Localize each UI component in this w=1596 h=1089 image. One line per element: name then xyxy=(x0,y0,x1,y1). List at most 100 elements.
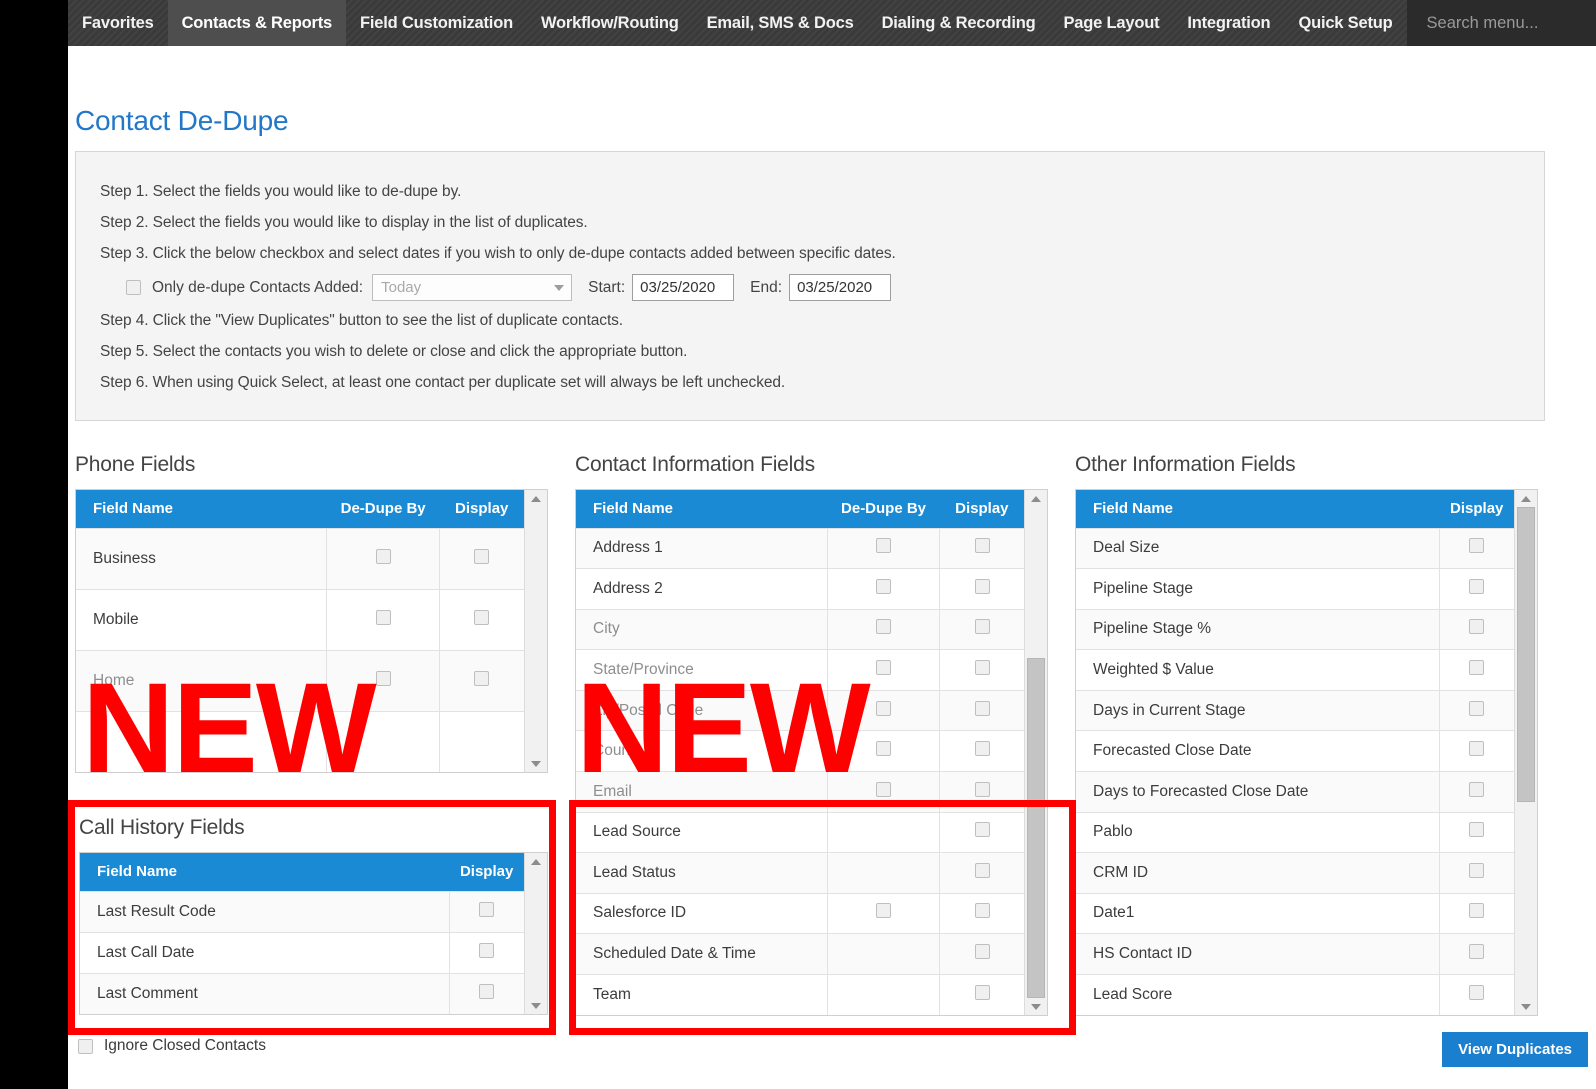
display-checkbox[interactable] xyxy=(974,984,990,1000)
table-row[interactable]: Email xyxy=(576,770,1024,813)
display-checkbox[interactable] xyxy=(474,548,490,564)
display-checkbox[interactable] xyxy=(974,660,990,676)
nav-item-contacts-reports[interactable]: Contacts & Reports xyxy=(167,0,346,46)
table-row[interactable]: Last Comment xyxy=(80,972,524,1014)
nav-item-email-sms-docs[interactable]: Email, SMS & Docs xyxy=(693,0,868,46)
nav-item-dialing-recording[interactable]: Dialing & Recording xyxy=(868,0,1050,46)
scroll-down-icon[interactable] xyxy=(525,997,547,1014)
contact-fields-scrollbar[interactable] xyxy=(1024,490,1047,1015)
display-checkbox[interactable] xyxy=(974,578,990,594)
display-checkbox[interactable] xyxy=(1469,781,1485,797)
search-menu-container[interactable] xyxy=(1406,0,1596,46)
dedupe-checkbox[interactable] xyxy=(876,700,892,716)
scroll-up-icon[interactable] xyxy=(1025,490,1047,507)
display-checkbox[interactable] xyxy=(974,781,990,797)
display-checkbox[interactable] xyxy=(974,619,990,635)
display-checkbox[interactable] xyxy=(479,983,495,999)
dedupe-checkbox[interactable] xyxy=(876,538,892,554)
table-row[interactable]: Zip/Postal Code xyxy=(576,689,1024,731)
table-row[interactable]: Address 1 xyxy=(576,527,1024,569)
display-checkbox[interactable] xyxy=(974,862,990,878)
scroll-down-icon[interactable] xyxy=(1515,998,1537,1015)
dedupe-checkbox[interactable] xyxy=(375,670,391,686)
table-row[interactable]: Team xyxy=(576,973,1024,1015)
display-checkbox[interactable] xyxy=(1469,903,1485,919)
nav-item-workflow-routing[interactable]: Workflow/Routing xyxy=(527,0,693,46)
scroll-up-icon[interactable] xyxy=(525,490,547,507)
display-checkbox[interactable] xyxy=(1469,741,1485,757)
table-row[interactable]: Pipeline Stage % xyxy=(1076,608,1514,650)
table-row[interactable]: Pipeline Stage xyxy=(1076,568,1514,610)
display-checkbox[interactable] xyxy=(479,901,495,917)
phone-fields-scrollbar[interactable] xyxy=(524,490,547,772)
table-row[interactable]: Pablo xyxy=(1076,811,1514,853)
nav-item-integration[interactable]: Integration xyxy=(1173,0,1284,46)
table-row[interactable]: State/Province xyxy=(576,649,1024,691)
scroll-up-icon[interactable] xyxy=(525,853,547,870)
dedupe-checkbox[interactable] xyxy=(876,660,892,676)
table-row[interactable]: Days to Forecasted Close Date xyxy=(1076,770,1514,813)
table-row[interactable]: Business xyxy=(76,527,524,589)
dedupe-checkbox[interactable] xyxy=(876,781,892,797)
dedupe-checkbox[interactable] xyxy=(876,741,892,757)
scroll-up-icon[interactable] xyxy=(1515,490,1537,507)
table-row[interactable]: Salesforce ID xyxy=(576,892,1024,934)
call-history-scrollbar[interactable] xyxy=(524,853,547,1014)
table-row[interactable]: Deal Size xyxy=(1076,527,1514,569)
display-checkbox[interactable] xyxy=(974,741,990,757)
nav-item-page-layout[interactable]: Page Layout xyxy=(1049,0,1173,46)
table-row[interactable]: Weighted $ Value xyxy=(1076,649,1514,691)
scrollbar-thumb[interactable] xyxy=(1517,507,1535,802)
display-checkbox[interactable] xyxy=(974,944,990,960)
display-checkbox[interactable] xyxy=(1469,660,1485,676)
scroll-down-icon[interactable] xyxy=(525,755,547,772)
display-checkbox[interactable] xyxy=(1469,700,1485,716)
display-checkbox[interactable] xyxy=(1469,984,1485,1000)
display-checkbox[interactable] xyxy=(1469,619,1485,635)
table-row[interactable]: Lead Score xyxy=(1076,973,1514,1015)
dedupe-checkbox[interactable] xyxy=(375,609,391,625)
nav-item-field-customization[interactable]: Field Customization xyxy=(346,0,527,46)
only-dedupe-contacts-added-checkbox[interactable] xyxy=(126,280,141,295)
table-row[interactable]: Days in Current Stage xyxy=(1076,689,1514,731)
display-checkbox[interactable] xyxy=(1469,822,1485,838)
table-row[interactable]: Last Result Code xyxy=(80,890,524,932)
start-date-input[interactable]: 03/25/2020 xyxy=(632,274,735,301)
ignore-closed-contacts-checkbox[interactable] xyxy=(78,1038,93,1054)
display-checkbox[interactable] xyxy=(479,942,495,958)
table-row[interactable]: Country xyxy=(576,730,1024,772)
table-row[interactable]: Lead Source xyxy=(576,811,1024,853)
dedupe-checkbox[interactable] xyxy=(876,903,892,919)
dedupe-checkbox[interactable] xyxy=(876,578,892,594)
scrollbar-thumb[interactable] xyxy=(1027,658,1045,998)
table-row[interactable]: Address 2 xyxy=(576,568,1024,610)
display-checkbox[interactable] xyxy=(974,822,990,838)
nav-item-favorites[interactable]: Favorites xyxy=(68,0,168,46)
display-checkbox[interactable] xyxy=(1469,578,1485,594)
table-row[interactable]: City xyxy=(576,608,1024,650)
dedupe-checkbox[interactable] xyxy=(876,619,892,635)
table-row[interactable]: Lead Status xyxy=(576,852,1024,894)
table-row[interactable]: Mobile xyxy=(76,588,524,650)
display-checkbox[interactable] xyxy=(1469,944,1485,960)
nav-item-quick-setup[interactable]: Quick Setup xyxy=(1284,0,1406,46)
display-checkbox[interactable] xyxy=(474,609,490,625)
table-row[interactable]: Scheduled Date & Time xyxy=(576,933,1024,975)
table-row[interactable]: HS Contact ID xyxy=(1076,933,1514,975)
period-select[interactable]: Today xyxy=(372,274,573,301)
table-row[interactable]: CRM ID xyxy=(1076,852,1514,894)
display-checkbox[interactable] xyxy=(474,670,490,686)
scroll-down-icon[interactable] xyxy=(1025,998,1047,1015)
table-row[interactable]: Forecasted Close Date xyxy=(1076,730,1514,772)
search-menu-input[interactable] xyxy=(1424,12,1578,34)
display-checkbox[interactable] xyxy=(974,903,990,919)
end-date-input[interactable]: 03/25/2020 xyxy=(789,274,892,301)
other-fields-scrollbar[interactable] xyxy=(1514,490,1537,1015)
table-row[interactable]: Last Call Date xyxy=(80,931,524,973)
display-checkbox[interactable] xyxy=(974,538,990,554)
dedupe-checkbox[interactable] xyxy=(375,548,391,564)
table-row[interactable]: Date1 xyxy=(1076,892,1514,934)
view-duplicates-button[interactable]: View Duplicates xyxy=(1442,1032,1588,1067)
table-row[interactable]: Home xyxy=(76,649,524,711)
display-checkbox[interactable] xyxy=(1469,538,1485,554)
